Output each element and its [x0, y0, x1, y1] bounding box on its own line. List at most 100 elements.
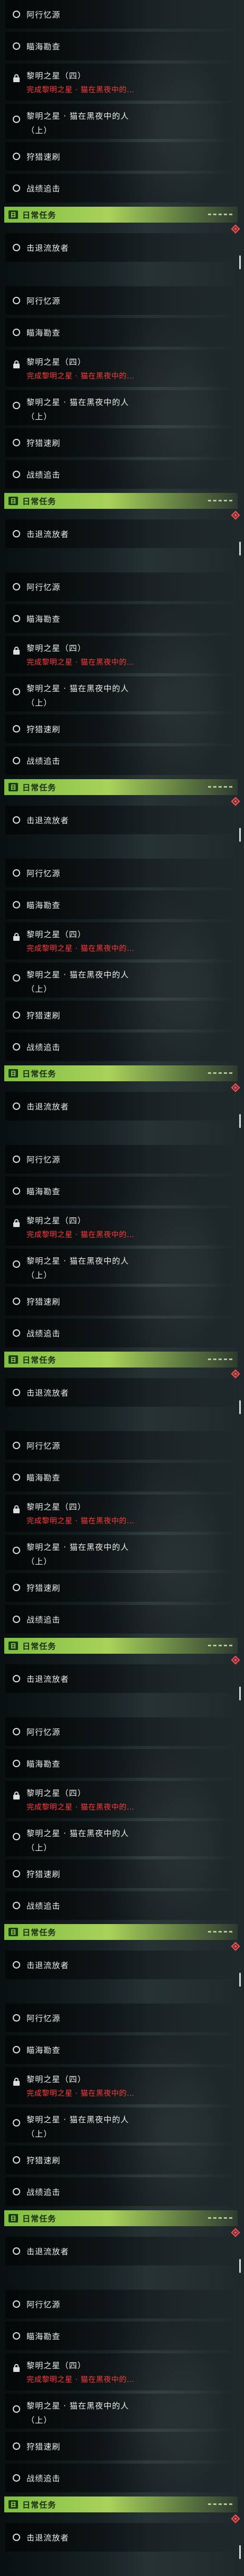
quest-row[interactable]: 狩猎速刷: [5, 1573, 233, 1602]
quest-row[interactable]: 黎明之星（四） 完成黎明之星 · 猫在黑夜中的…: [5, 2353, 233, 2390]
quest-row[interactable]: 狩猎速刷: [5, 714, 233, 743]
quest-label: 狩猎速刷: [27, 2441, 61, 2451]
quest-row[interactable]: 击退流放者: [5, 2523, 233, 2552]
quest-row[interactable]: 击退流放者: [5, 806, 233, 834]
quest-row[interactable]: 击退流放者: [5, 233, 233, 262]
lock-icon: [13, 1219, 20, 1227]
daily-tasks-header[interactable]: 日日常任务: [4, 779, 238, 795]
quest-row[interactable]: 黎明之星 · 猫在黑夜中的人 （上）: [5, 390, 233, 425]
quest-label: 黎明之星 · 猫在黑夜中的人: [27, 2115, 129, 2124]
quest-row[interactable]: 阿行忆源: [5, 1431, 233, 1460]
scroll-indicator[interactable]: [239, 1973, 241, 1987]
daily-tasks-header[interactable]: 日日常任务: [4, 493, 238, 509]
quest-row[interactable]: 黎明之星（四） 完成黎明之星 · 猫在黑夜中的…: [5, 1208, 233, 1246]
quest-label: 黎明之星（四）: [27, 930, 86, 939]
scroll-indicator[interactable]: [239, 2259, 241, 2273]
quest-row[interactable]: 击退流放者: [5, 1378, 233, 1407]
quest-row[interactable]: 黎明之星 · 猫在黑夜中的人 （上）: [5, 1821, 233, 1856]
circle-icon: [13, 1870, 20, 1877]
quest-row[interactable]: 狩猎速刷: [5, 2432, 233, 2460]
quest-label: 黎明之星 · 猫在黑夜中的人: [27, 2401, 129, 2411]
quest-row[interactable]: 瞄海勘查: [5, 1749, 233, 1778]
daily-tasks-header[interactable]: 日日常任务: [4, 2210, 238, 2226]
quest-row[interactable]: 黎明之星 · 猫在黑夜中的人 （上）: [5, 2394, 233, 2429]
quest-row[interactable]: 黎明之星（四） 完成黎明之星 · 猫在黑夜中的…: [5, 1495, 233, 1532]
quest-row[interactable]: 阿行忆源: [5, 0, 233, 29]
daily-tasks-header[interactable]: 日日常任务: [4, 1352, 238, 1368]
quest-row[interactable]: 击退流放者: [5, 1664, 233, 1693]
quest-row[interactable]: 阿行忆源: [5, 286, 233, 315]
quest-row[interactable]: 战绩追击: [5, 1891, 233, 1920]
quest-row[interactable]: 黎明之星 · 猫在黑夜中的人 （上）: [5, 1249, 233, 1284]
daily-tasks-label: 日常任务: [22, 1641, 57, 1651]
quest-row[interactable]: 黎明之星（四） 完成黎明之星 · 猫在黑夜中的…: [5, 64, 233, 101]
quest-row[interactable]: 战绩追击: [5, 2464, 233, 2492]
quest-row[interactable]: 狩猎速刷: [5, 1001, 233, 1029]
quest-row[interactable]: 瞄海勘查: [5, 318, 233, 347]
daily-tasks-header[interactable]: 日日常任务: [4, 2496, 238, 2512]
quest-objective: 完成黎明之星 · 猫在黑夜中的…: [27, 1517, 135, 1525]
quest-row[interactable]: 黎明之星（四） 完成黎明之星 · 猫在黑夜中的…: [5, 350, 233, 387]
scroll-indicator[interactable]: [239, 542, 241, 555]
daily-tasks-header[interactable]: 日日常任务: [4, 1065, 238, 1081]
quest-row[interactable]: 击退流放者: [5, 519, 233, 548]
circle-icon: [13, 2119, 20, 2127]
quest-row[interactable]: 阿行忆源: [5, 1717, 233, 1746]
daily-tasks-header[interactable]: 日 日常任务: [4, 207, 238, 223]
quest-row[interactable]: 黎明之星（四） 完成黎明之星 · 猫在黑夜中的…: [5, 2067, 233, 2104]
quest-row[interactable]: 瞄海勘查: [5, 1463, 233, 1492]
quest-row[interactable]: 狩猎速刷: [5, 142, 233, 171]
quest-row[interactable]: 瞄海勘查: [5, 890, 233, 919]
quest-row[interactable]: 瞄海勘查: [5, 604, 233, 633]
scroll-indicator[interactable]: [239, 1687, 241, 1700]
scroll-indicator[interactable]: [239, 828, 241, 842]
quest-row[interactable]: 战绩追击: [5, 1605, 233, 1634]
daily-tasks-header[interactable]: 日日常任务: [4, 1924, 238, 1940]
circle-icon: [13, 1102, 20, 1110]
daily-tasks-label: 日常任务: [22, 496, 57, 506]
quest-row[interactable]: 阿行忆源: [5, 859, 233, 887]
scroll-indicator[interactable]: [239, 2545, 241, 2559]
quest-row[interactable]: 瞄海勘查: [5, 32, 233, 60]
quest-row[interactable]: 战绩追击: [5, 1033, 233, 1061]
quest-row[interactable]: 狩猎速刷: [5, 2146, 233, 2174]
quest-row[interactable]: 狩猎速刷: [5, 1859, 233, 1888]
quest-row[interactable]: 黎明之星 · 猫在黑夜中的人 （上）: [5, 2107, 233, 2142]
quest-row[interactable]: 战绩追击: [5, 174, 233, 202]
quest-label: 阿行忆源: [27, 1154, 61, 1165]
quest-label: 瞄海勘查: [27, 2045, 61, 2055]
quest-row[interactable]: 阿行忆源: [5, 572, 233, 601]
quest-row[interactable]: 黎明之星 · 猫在黑夜中的人 （上）: [5, 104, 233, 139]
quest-row[interactable]: 瞄海勘查: [5, 2035, 233, 2064]
quest-row[interactable]: 战绩追击: [5, 746, 233, 775]
quest-row[interactable]: 黎明之星 · 猫在黑夜中的人 （上）: [5, 963, 233, 998]
quest-row[interactable]: 击退流放者: [5, 1951, 233, 1979]
daily-icon: 日: [8, 210, 18, 219]
scroll-indicator[interactable]: [239, 1114, 241, 1128]
circle-icon: [13, 2188, 20, 2195]
quest-row[interactable]: 狩猎速刷: [5, 1287, 233, 1316]
quest-label-cont: （上）: [27, 1557, 53, 1566]
quest-row[interactable]: 阿行忆源: [5, 2004, 233, 2032]
quest-row[interactable]: 瞄海勘查: [5, 2322, 233, 2350]
quest-row[interactable]: 狩猎速刷: [5, 428, 233, 457]
quest-row[interactable]: 黎明之星（四） 完成黎明之星 · 猫在黑夜中的…: [5, 922, 233, 959]
quest-row[interactable]: 击退流放者: [5, 1092, 233, 1121]
quest-label: 黎明之星（四）: [27, 1788, 86, 1798]
quest-label-cont: （上）: [27, 1843, 53, 1852]
quest-row[interactable]: 阿行忆源: [5, 2290, 233, 2318]
quest-row[interactable]: 战绩追击: [5, 2177, 233, 2206]
quest-row[interactable]: 黎明之星（四） 完成黎明之星 · 猫在黑夜中的…: [5, 1781, 233, 1818]
quest-row[interactable]: 战绩追击: [5, 1319, 233, 1347]
quest-row[interactable]: 黎明之星 · 猫在黑夜中的人 （上）: [5, 1535, 233, 1570]
daily-tasks-header[interactable]: 日日常任务: [4, 1638, 238, 1654]
scroll-indicator[interactable]: [239, 1400, 241, 1414]
quest-row[interactable]: 瞄海勘查: [5, 1177, 233, 1205]
quest-row[interactable]: 黎明之星（四） 完成黎明之星 · 猫在黑夜中的…: [5, 636, 233, 673]
quest-row[interactable]: 击退流放者: [5, 2237, 233, 2265]
scroll-indicator[interactable]: [239, 255, 241, 269]
circle-icon: [13, 1760, 20, 1767]
quest-row[interactable]: 黎明之星 · 猫在黑夜中的人 （上）: [5, 676, 233, 711]
quest-row[interactable]: 阿行忆源: [5, 1145, 233, 1174]
quest-row[interactable]: 战绩追击: [5, 460, 233, 489]
